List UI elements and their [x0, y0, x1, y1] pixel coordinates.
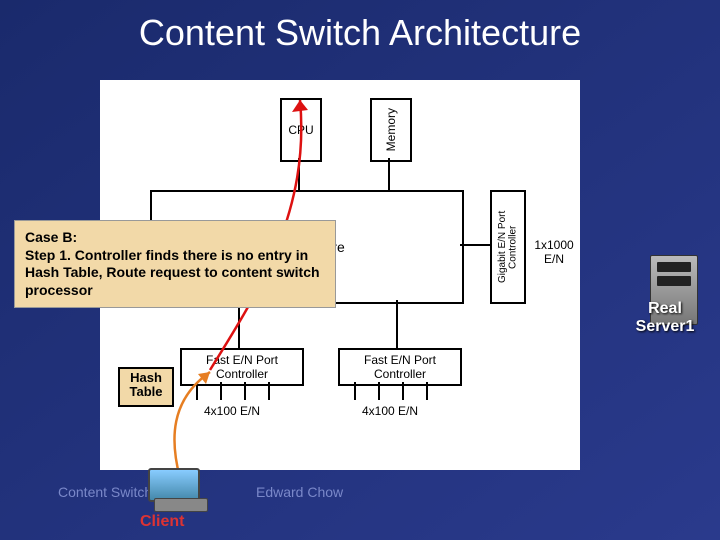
footer-author: Edward Chow	[256, 484, 343, 500]
fast-controller-right-label: Fast E/N Port Controller	[340, 353, 460, 381]
memory-label: Memory	[384, 108, 398, 151]
fast-port-right-label: 4x100 E/N	[362, 404, 418, 418]
footer-left: Content Switch	[58, 484, 152, 500]
client-label: Client	[140, 513, 184, 531]
memory-box: Memory	[370, 98, 412, 162]
page-title: Content Switch Architecture	[0, 12, 720, 54]
fast-controller-right: Fast E/N Port Controller	[338, 348, 462, 386]
gigabit-controller-box: Gigabit E/N Port Controller	[490, 190, 526, 304]
case-b-callout: Case B: Step 1. Controller finds there i…	[14, 220, 336, 308]
laptop-icon	[148, 468, 210, 508]
callout-heading: Case B:	[25, 229, 325, 247]
hash-table-box: Hash Table	[118, 367, 174, 407]
gigabit-controller-label: Gigabit E/N Port Controller	[498, 192, 519, 302]
gigabit-port-label: 1x1000 E/N	[528, 238, 580, 266]
server-label: Real Server1	[620, 300, 710, 335]
callout-body: Step 1. Controller finds there is no ent…	[25, 247, 325, 300]
